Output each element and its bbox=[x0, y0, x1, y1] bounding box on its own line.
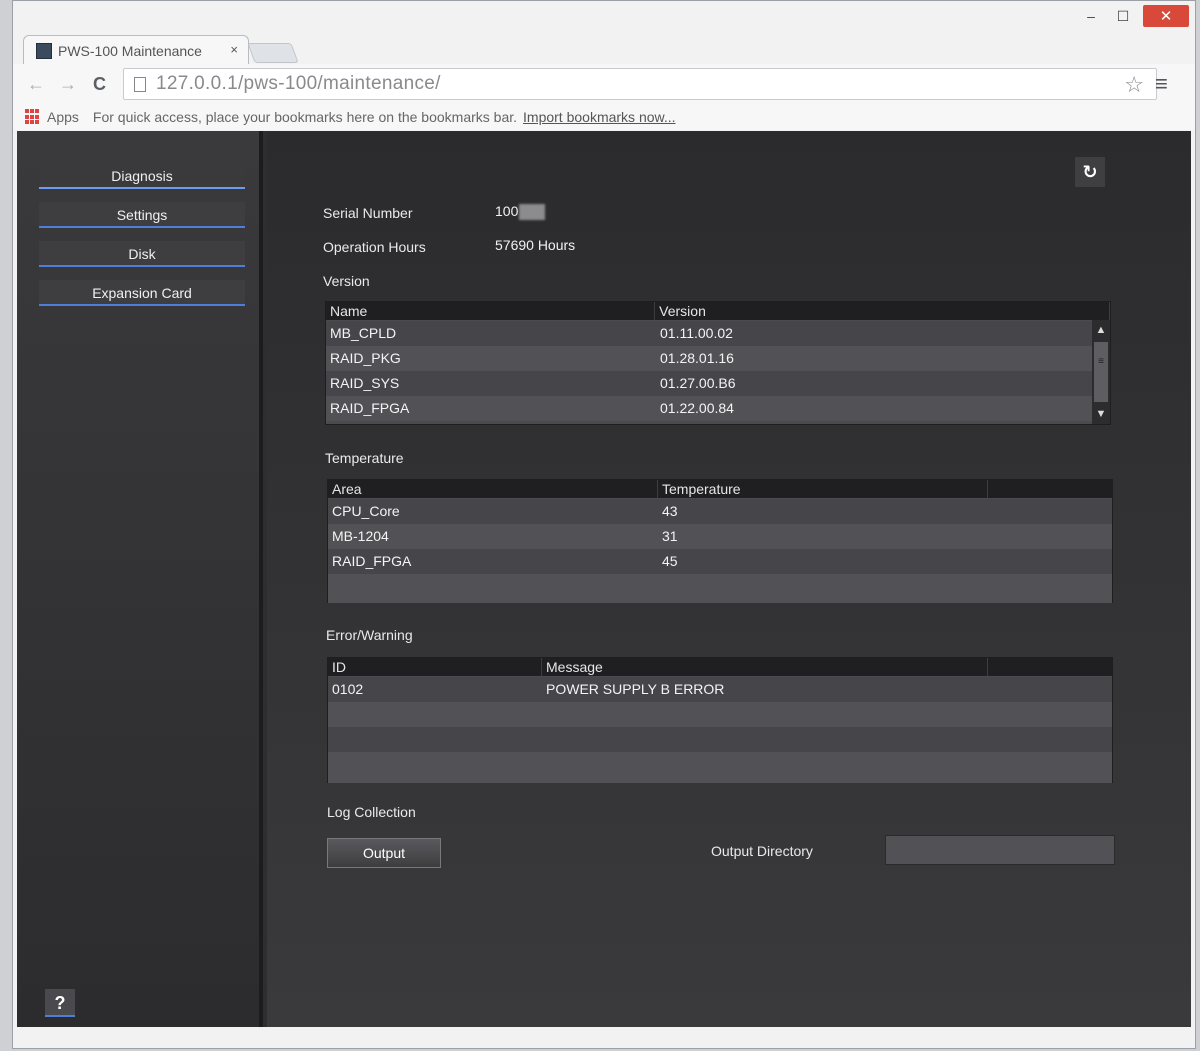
address-bar[interactable]: 127.0.0.1/pws-100/maintenance/ ☆ bbox=[123, 68, 1157, 100]
scroll-up-arrow-icon[interactable]: ▲ bbox=[1092, 322, 1110, 338]
menu-icon[interactable]: ≡ bbox=[1155, 71, 1168, 97]
bookmark-star-icon[interactable]: ☆ bbox=[1124, 72, 1144, 98]
maximize-button[interactable]: ☐ bbox=[1109, 5, 1137, 27]
browser-toolbar: ← → C 127.0.0.1/pws-100/maintenance/ ☆ ≡ bbox=[13, 64, 1195, 104]
cell-message: POWER SUPPLY B ERROR bbox=[546, 681, 725, 697]
cell-name: MB_CPLD bbox=[330, 325, 397, 341]
version-title: Version bbox=[323, 273, 370, 289]
table-row-empty bbox=[328, 752, 1112, 783]
cell-area: CPU_Core bbox=[332, 503, 400, 519]
output-button[interactable]: Output bbox=[327, 838, 441, 868]
scroll-down-arrow-icon[interactable]: ▼ bbox=[1092, 406, 1110, 422]
table-header: Name Version bbox=[326, 302, 1110, 320]
apps-grid-icon[interactable] bbox=[25, 109, 41, 125]
browser-tab[interactable]: PWS-100 Maintenance × bbox=[23, 35, 249, 65]
cell-temperature: 45 bbox=[662, 553, 678, 569]
table-row[interactable]: CPU_Core 43 bbox=[328, 499, 1112, 524]
tab-title: PWS-100 Maintenance bbox=[58, 42, 202, 59]
cell-temperature: 31 bbox=[662, 528, 678, 544]
cell-id: 0102 bbox=[332, 681, 364, 697]
cell-version: 01.28.01.16 bbox=[660, 350, 734, 366]
operation-hours-value: 57690 Hours bbox=[495, 237, 576, 253]
column-header-name[interactable]: Name bbox=[326, 302, 656, 320]
url-text[interactable]: 127.0.0.1/pws-100/maintenance/ bbox=[156, 73, 441, 95]
browser-window: – ☐ ✕ PWS-100 Maintenance × ← → C 127.0.… bbox=[12, 0, 1196, 1049]
cell-area: MB-1204 bbox=[332, 528, 389, 544]
sidebar-item-diagnosis[interactable]: Diagnosis bbox=[39, 163, 245, 189]
sidebar-item-settings[interactable]: Settings bbox=[39, 202, 245, 228]
table-row[interactable]: MB_CPLD 01.11.00.02 bbox=[326, 321, 1110, 346]
sidebar-item-expansion-card[interactable]: Expansion Card bbox=[39, 280, 245, 306]
error-warning-table: ID Message 0102 POWER SUPPLY B ERROR bbox=[327, 657, 1113, 783]
serial-number-value: 100 bbox=[495, 203, 546, 221]
table-row[interactable]: RAID_PKG 01.28.01.16 bbox=[326, 346, 1110, 371]
sidebar-item-disk[interactable]: Disk bbox=[39, 241, 245, 267]
import-bookmarks-link[interactable]: Import bookmarks now... bbox=[523, 109, 676, 125]
table-row[interactable]: RAID_FPGA 01.22.00.84 bbox=[326, 396, 1110, 421]
favicon-icon bbox=[36, 42, 52, 59]
close-window-button[interactable]: ✕ bbox=[1143, 5, 1189, 27]
bookmarks-bar: Apps For quick access, place your bookma… bbox=[13, 104, 1195, 130]
bookmarks-hint: For quick access, place your bookmarks h… bbox=[92, 109, 518, 125]
error-warning-title: Error/Warning bbox=[326, 627, 413, 643]
column-header-message[interactable]: Message bbox=[542, 658, 988, 676]
cell-name: RAID_SYS bbox=[330, 375, 400, 391]
table-row[interactable]: RAID_FPGA 45 bbox=[328, 549, 1112, 574]
column-header-version[interactable]: Version bbox=[655, 302, 1110, 320]
column-header-area[interactable]: Area bbox=[328, 480, 658, 498]
temperature-table: Area Temperature CPU_Core 43 MB-1204 31 … bbox=[327, 479, 1113, 603]
minimize-button[interactable]: – bbox=[1077, 5, 1105, 27]
output-directory-field[interactable] bbox=[885, 835, 1115, 865]
serial-number-label: Serial Number bbox=[323, 205, 413, 221]
cell-version: 01.11.00.02 bbox=[660, 325, 733, 341]
forward-arrow-icon[interactable]: → bbox=[59, 74, 77, 95]
cell-version: 01.22.00.84 bbox=[660, 400, 734, 416]
table-row-empty bbox=[328, 727, 1112, 752]
help-button[interactable]: ? bbox=[45, 989, 75, 1017]
table-row[interactable]: MB-1204 31 bbox=[328, 524, 1112, 549]
new-tab-button[interactable] bbox=[247, 43, 299, 63]
serial-number-text: 100 bbox=[495, 203, 519, 219]
refresh-icon[interactable]: ↻ bbox=[1075, 157, 1105, 187]
table-row-empty bbox=[328, 574, 1112, 603]
column-header-temperature[interactable]: Temperature bbox=[658, 480, 988, 498]
table-header: Area Temperature bbox=[328, 480, 1112, 498]
scroll-thumb[interactable]: ≡ bbox=[1094, 342, 1108, 402]
serial-redaction bbox=[519, 204, 546, 221]
column-header-id[interactable]: ID bbox=[328, 658, 542, 676]
log-collection-title: Log Collection bbox=[327, 804, 416, 820]
cell-name: RAID_PKG bbox=[330, 350, 401, 366]
table-row[interactable]: RAID_SYS 01.27.00.B6 bbox=[326, 371, 1110, 396]
version-table: Name Version MB_CPLD 01.11.00.02 RAID_PK… bbox=[325, 301, 1111, 425]
table-row-empty bbox=[328, 702, 1112, 727]
cell-temperature: 43 bbox=[662, 503, 678, 519]
back-arrow-icon[interactable]: ← bbox=[27, 74, 45, 95]
tab-close-icon[interactable]: × bbox=[230, 42, 238, 57]
sidebar: Diagnosis Settings Disk Expansion Card ? bbox=[17, 131, 263, 1027]
reload-icon[interactable]: C bbox=[93, 74, 106, 95]
title-bar: – ☐ ✕ bbox=[13, 1, 1195, 37]
app-page: Diagnosis Settings Disk Expansion Card ?… bbox=[17, 131, 1191, 1027]
operation-hours-label: Operation Hours bbox=[323, 239, 426, 255]
table-header: ID Message bbox=[328, 658, 1112, 676]
output-directory-label: Output Directory bbox=[711, 843, 813, 859]
cell-name: RAID_FPGA bbox=[330, 400, 410, 416]
apps-link[interactable]: Apps bbox=[47, 109, 79, 125]
table-row[interactable]: 0102 POWER SUPPLY B ERROR bbox=[328, 677, 1112, 702]
cell-version: 01.27.00.B6 bbox=[660, 375, 736, 391]
cell-area: RAID_FPGA bbox=[332, 553, 412, 569]
vertical-scrollbar[interactable]: ▲ ≡ ▼ bbox=[1092, 320, 1110, 424]
main-panel: ↻ Serial Number 100 Operation Hours 5769… bbox=[267, 131, 1191, 1027]
temperature-title: Temperature bbox=[325, 450, 404, 466]
page-icon bbox=[134, 76, 146, 92]
